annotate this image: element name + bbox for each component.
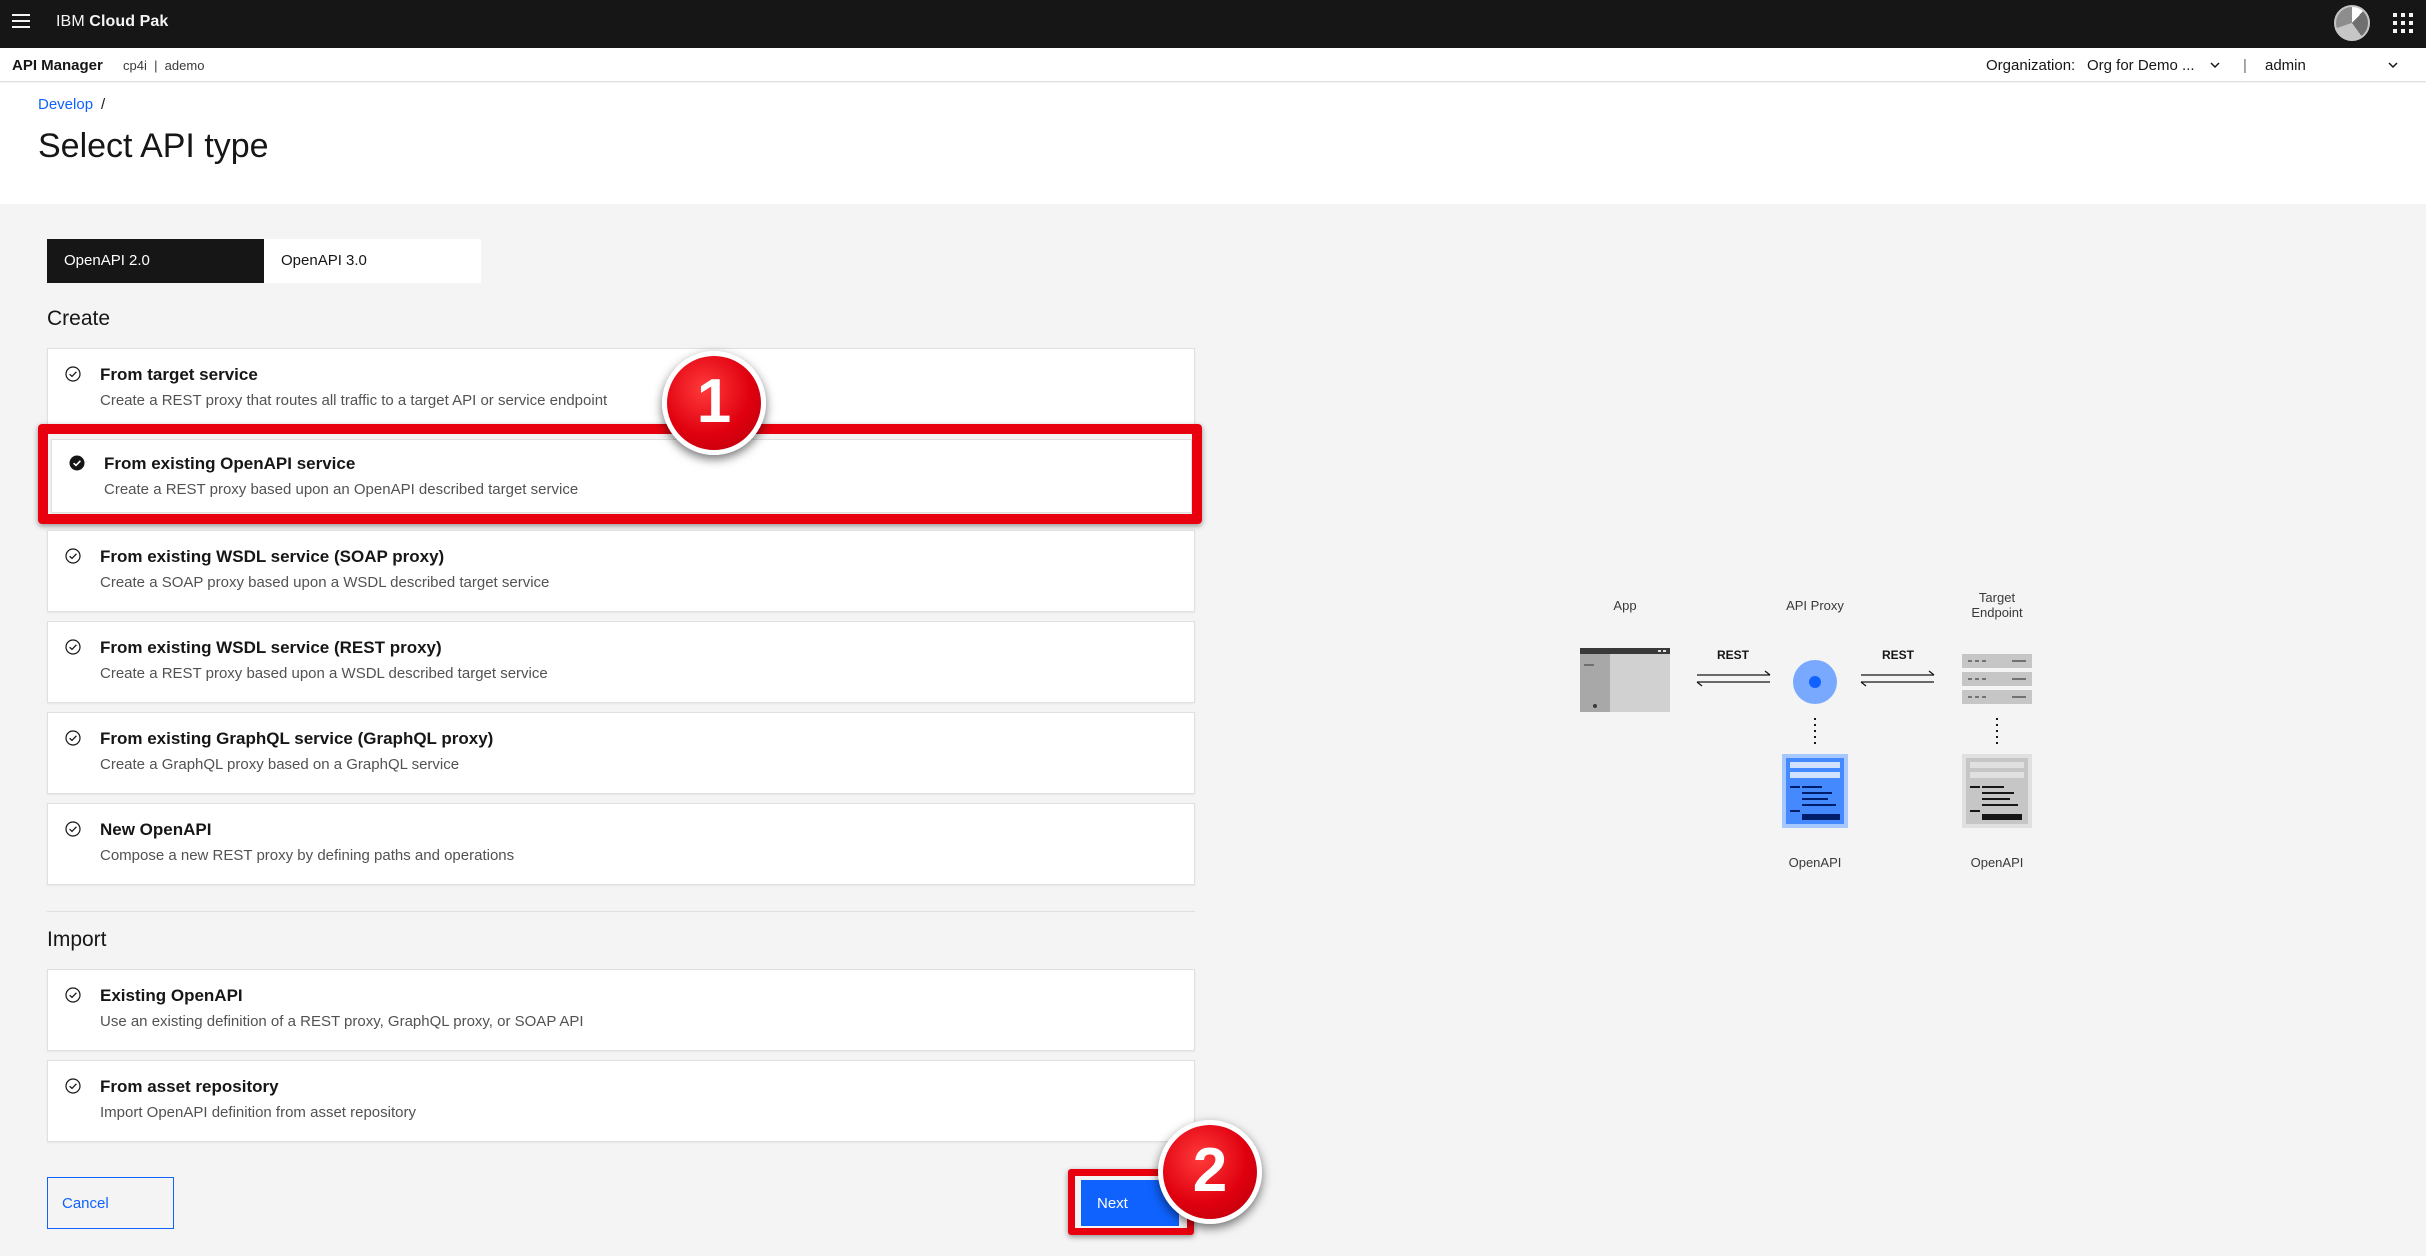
openapi-document-grey-icon <box>1962 754 2032 828</box>
option-from-wsdl-soap-proxy[interactable]: From existing WSDL service (SOAP proxy) … <box>47 530 1195 612</box>
option-title: Existing OpenAPI <box>100 986 243 1005</box>
diagram-openapi-right-label: OpenAPI <box>1970 855 2024 870</box>
page-header: Develop / Select API type <box>0 83 2426 204</box>
step-1-highlight-frame <box>38 424 1202 524</box>
app-title: API Manager <box>12 57 103 74</box>
context-bar: API Manager cp4i | ademo Organization: O… <box>0 48 2426 82</box>
option-from-wsdl-rest-proxy[interactable]: From existing WSDL service (REST proxy) … <box>47 621 1195 703</box>
left-arrows <box>1696 670 1771 687</box>
option-title: From existing GraphQL service (GraphQL p… <box>100 729 494 748</box>
diagram-rest-left-label: REST <box>1716 648 1749 662</box>
option-new-openapi[interactable]: New OpenAPI Compose a new REST proxy by … <box>47 803 1195 885</box>
create-section-label: Create <box>47 307 111 330</box>
checkmark-outline-icon <box>65 730 81 746</box>
option-description: Use an existing definition of a REST pro… <box>100 1013 584 1030</box>
top-bar: IBM Cloud Pak <box>0 0 2426 48</box>
option-description: Create a REST proxy based upon a WSDL de… <box>100 665 548 682</box>
diagram-rest-right-label: REST <box>1881 648 1914 662</box>
user-avatar[interactable] <box>2334 5 2370 41</box>
diagram-openapi-left-label: OpenAPI <box>1788 855 1842 870</box>
import-section-label: Import <box>47 928 107 951</box>
breadcrumb-separator: / <box>101 96 106 113</box>
diagram-graphic <box>1580 648 2032 828</box>
page-title: Select API type <box>38 127 269 165</box>
openapi-document-blue-icon <box>1782 754 1848 828</box>
tab-openapi-2[interactable]: OpenAPI 2.0 <box>47 239 264 283</box>
option-description: Create a REST proxy that routes all traf… <box>100 392 608 409</box>
diagram-target-label: Target Endpoint <box>1971 590 2023 620</box>
catalog-context: cp4i | ademo <box>123 58 205 73</box>
option-title: From existing WSDL service (SOAP proxy) <box>100 547 445 566</box>
breadcrumb: Develop / <box>38 96 105 113</box>
option-title: New OpenAPI <box>100 820 212 839</box>
checkmark-outline-icon <box>65 548 81 564</box>
separator: | <box>2243 57 2247 74</box>
checkmark-outline-icon <box>65 366 81 382</box>
option-title: From existing WSDL service (REST proxy) <box>100 638 442 657</box>
option-title: From target service <box>100 365 258 384</box>
option-from-graphql-service[interactable]: From existing GraphQL service (GraphQL p… <box>47 712 1195 794</box>
section-divider <box>47 911 1195 912</box>
chevron-down-icon[interactable] <box>2388 60 2398 70</box>
hamburger-menu-icon[interactable] <box>12 14 30 30</box>
chevron-down-icon[interactable] <box>2210 60 2220 70</box>
cancel-button[interactable]: Cancel <box>47 1177 174 1229</box>
app-window-icon <box>1580 648 1670 712</box>
checkmark-outline-icon <box>65 987 81 1003</box>
option-description: Compose a new REST proxy by defining pat… <box>100 847 515 864</box>
checkmark-outline-icon <box>65 639 81 655</box>
checkmark-outline-icon <box>65 821 81 837</box>
step-2-badge: 2 <box>1158 1120 1262 1224</box>
step-1-badge: 1 <box>662 351 766 455</box>
option-description: Import OpenAPI definition from asset rep… <box>100 1104 416 1121</box>
option-title: From asset repository <box>100 1077 279 1096</box>
user-menu[interactable]: admin <box>2265 57 2306 74</box>
product-brand: IBM Cloud Pak <box>56 13 169 30</box>
target-endpoint-server-icon <box>1962 654 2032 704</box>
option-description: Create a GraphQL proxy based on a GraphQ… <box>100 756 460 773</box>
organization-selector[interactable]: Org for Demo ... <box>2087 57 2195 74</box>
option-from-asset-repository[interactable]: From asset repository Import OpenAPI def… <box>47 1060 1195 1142</box>
option-existing-openapi[interactable]: Existing OpenAPI Use an existing definit… <box>47 969 1195 1051</box>
openapi-version-tabs: OpenAPI 2.0 OpenAPI 3.0 <box>47 239 481 283</box>
organization-label: Organization: <box>1986 57 2076 74</box>
diagram-proxy-label: API Proxy <box>1786 598 1844 613</box>
diagram-app-label: App <box>1613 598 1637 613</box>
api-proxy-node-icon <box>1793 660 1837 704</box>
right-arrows <box>1860 670 1935 687</box>
tab-openapi-3[interactable]: OpenAPI 3.0 <box>264 239 481 283</box>
checkmark-outline-icon <box>65 1078 81 1094</box>
app-switcher-icon[interactable] <box>2393 13 2413 33</box>
option-description: Create a SOAP proxy based upon a WSDL de… <box>100 574 550 591</box>
breadcrumb-develop-link[interactable]: Develop <box>38 96 93 113</box>
option-from-target-service[interactable]: From target service Create a REST proxy … <box>47 348 1195 430</box>
